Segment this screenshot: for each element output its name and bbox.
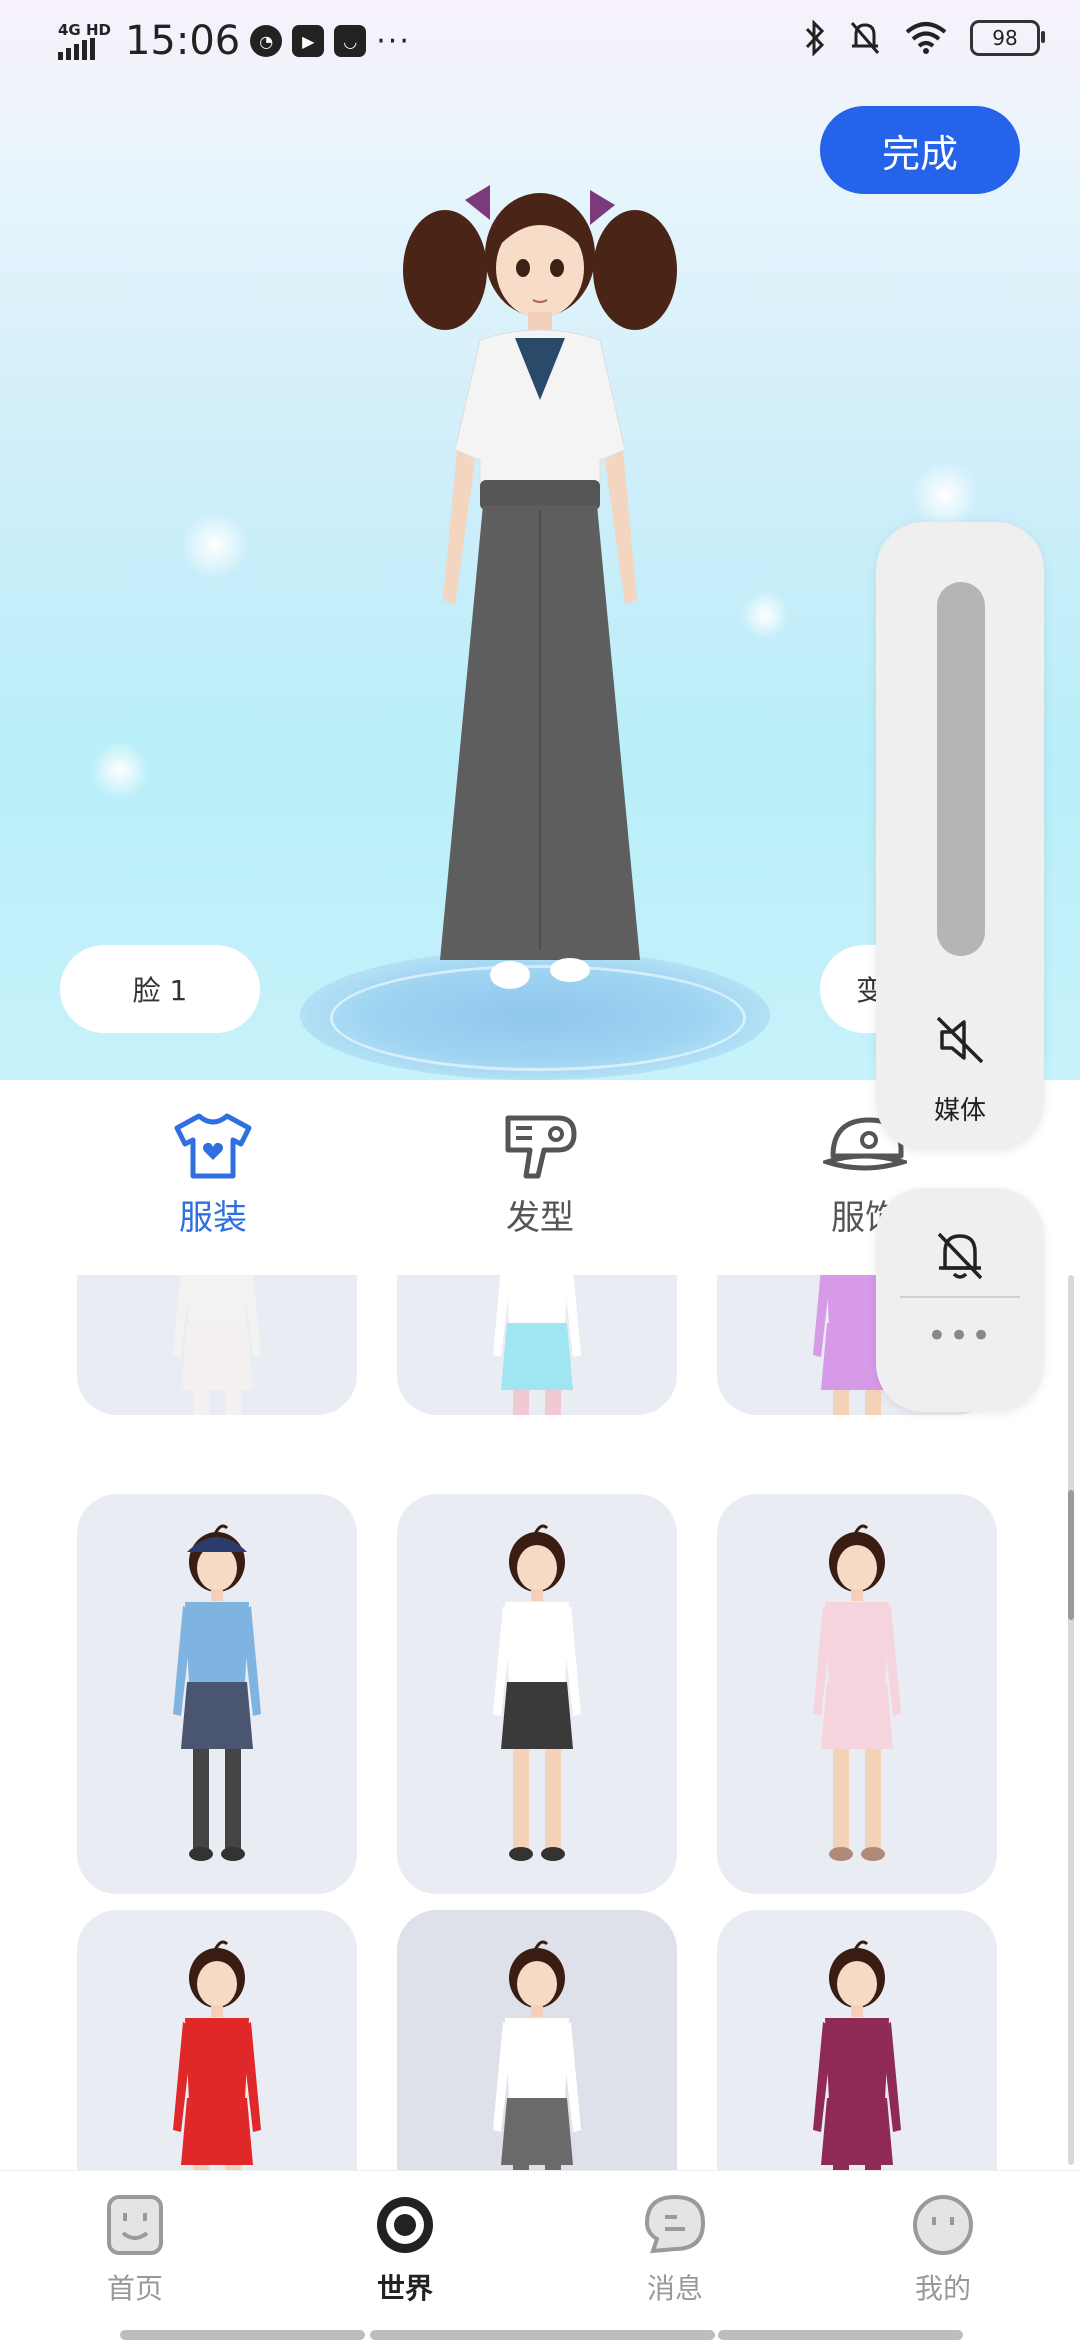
bluetooth-icon [805, 20, 825, 56]
profile-face-icon [913, 2195, 973, 2255]
nav-home[interactable]: 首页 [55, 2193, 215, 2307]
outfit-card[interactable] [77, 1910, 357, 2170]
mailbox-icon: ◡ [334, 25, 367, 57]
outfit-card[interactable] [717, 1494, 997, 1894]
sparkle-orb [740, 590, 790, 640]
nav-world[interactable]: 世界 [325, 2193, 485, 2307]
outfit-preview-white-shirt-skirt [493, 1524, 581, 1861]
bell-muted-icon [850, 22, 880, 54]
speaker-muted-icon[interactable] [934, 1014, 986, 1066]
outfit-preview-pink-dress [813, 1524, 901, 1861]
more-options-button[interactable]: ••• [876, 1316, 1044, 1356]
outfit-preview-maid-dress [493, 1275, 581, 1415]
signal-bars-icon [58, 38, 95, 60]
face-selector-label: 脸 1 [132, 974, 188, 1007]
chat-bubble-icon [644, 2194, 706, 2254]
media-label: 媒体 [933, 1096, 986, 1126]
tab-clothing-label: 服装 [179, 1198, 247, 1238]
sparkle-orb [90, 740, 150, 800]
nav-profile-label: 我的 [914, 2272, 971, 2305]
play-icon: ▶ [292, 25, 325, 57]
network-type: 4G HD [58, 21, 111, 39]
nav-world-label: 世界 [376, 2272, 433, 2305]
tab-hairstyle-label: 发型 [506, 1198, 574, 1238]
tshirt-heart-icon [174, 1113, 252, 1179]
media-volume-slider[interactable] [937, 582, 985, 956]
gesture-bar [120, 2330, 365, 2340]
outfit-card[interactable] [397, 1494, 677, 1894]
divider [900, 1296, 1020, 1298]
face-selector-button[interactable]: 脸 1 [60, 945, 260, 1033]
tab-clothing[interactable]: 服装 [113, 1110, 313, 1239]
nav-messages[interactable]: 消息 [595, 2193, 755, 2307]
status-time: 15:06 [124, 18, 241, 64]
outfit-card[interactable] [717, 1910, 997, 2170]
bell-muted-icon[interactable] [933, 1228, 987, 1284]
outfit-card[interactable] [77, 1494, 357, 1894]
hair-dryer-icon [505, 1115, 577, 1179]
done-button[interactable]: 完成 [820, 106, 1020, 194]
bottom-navigation: 首页 世界 消息 我的 [0, 2170, 1080, 2341]
gesture-bar [370, 2330, 715, 2340]
outfit-preview-red-ninja [173, 1940, 261, 2170]
media-volume-panel: 媒体 [876, 522, 1044, 1150]
grid-scrollbar[interactable] [1068, 1275, 1074, 2165]
battery-level: 98 [992, 26, 1018, 50]
avatar-character[interactable] [395, 180, 685, 1020]
more-notifications-icon: ··· [376, 23, 411, 59]
grid-scroll-thumb[interactable] [1068, 1490, 1074, 1620]
gesture-bar [718, 2330, 963, 2340]
outfit-preview-floral-kimono [173, 1275, 261, 1415]
nav-messages-label: 消息 [646, 2272, 703, 2305]
outfit-preview-maroon-jumpsuit [813, 1940, 901, 2170]
outfit-preview-police-uniform [173, 1524, 261, 1861]
wifi-icon [905, 22, 947, 54]
outfit-card[interactable] [77, 1275, 357, 1415]
outfit-preview-hakama [493, 1940, 581, 2170]
outfit-card[interactable] [397, 1275, 677, 1415]
home-face-icon [107, 2195, 163, 2255]
battery-icon: 98 [970, 20, 1045, 56]
status-bar: 4G HD 15:06 ◔ ▶ ◡ ··· 98 [0, 0, 1080, 80]
sparkle-orb [180, 510, 250, 580]
nav-profile[interactable]: 我的 [863, 2193, 1023, 2307]
signal-indicator: 4G HD [58, 22, 111, 60]
tab-hairstyle[interactable]: 发型 [440, 1110, 640, 1239]
sparkle-orb [910, 460, 980, 530]
ringer-volume-panel: ••• [876, 1188, 1044, 1412]
nav-home-label: 首页 [106, 2272, 163, 2305]
world-target-icon [377, 2197, 433, 2253]
speedometer-icon: ◔ [250, 25, 283, 57]
outfit-card-selected[interactable] [397, 1910, 677, 2170]
